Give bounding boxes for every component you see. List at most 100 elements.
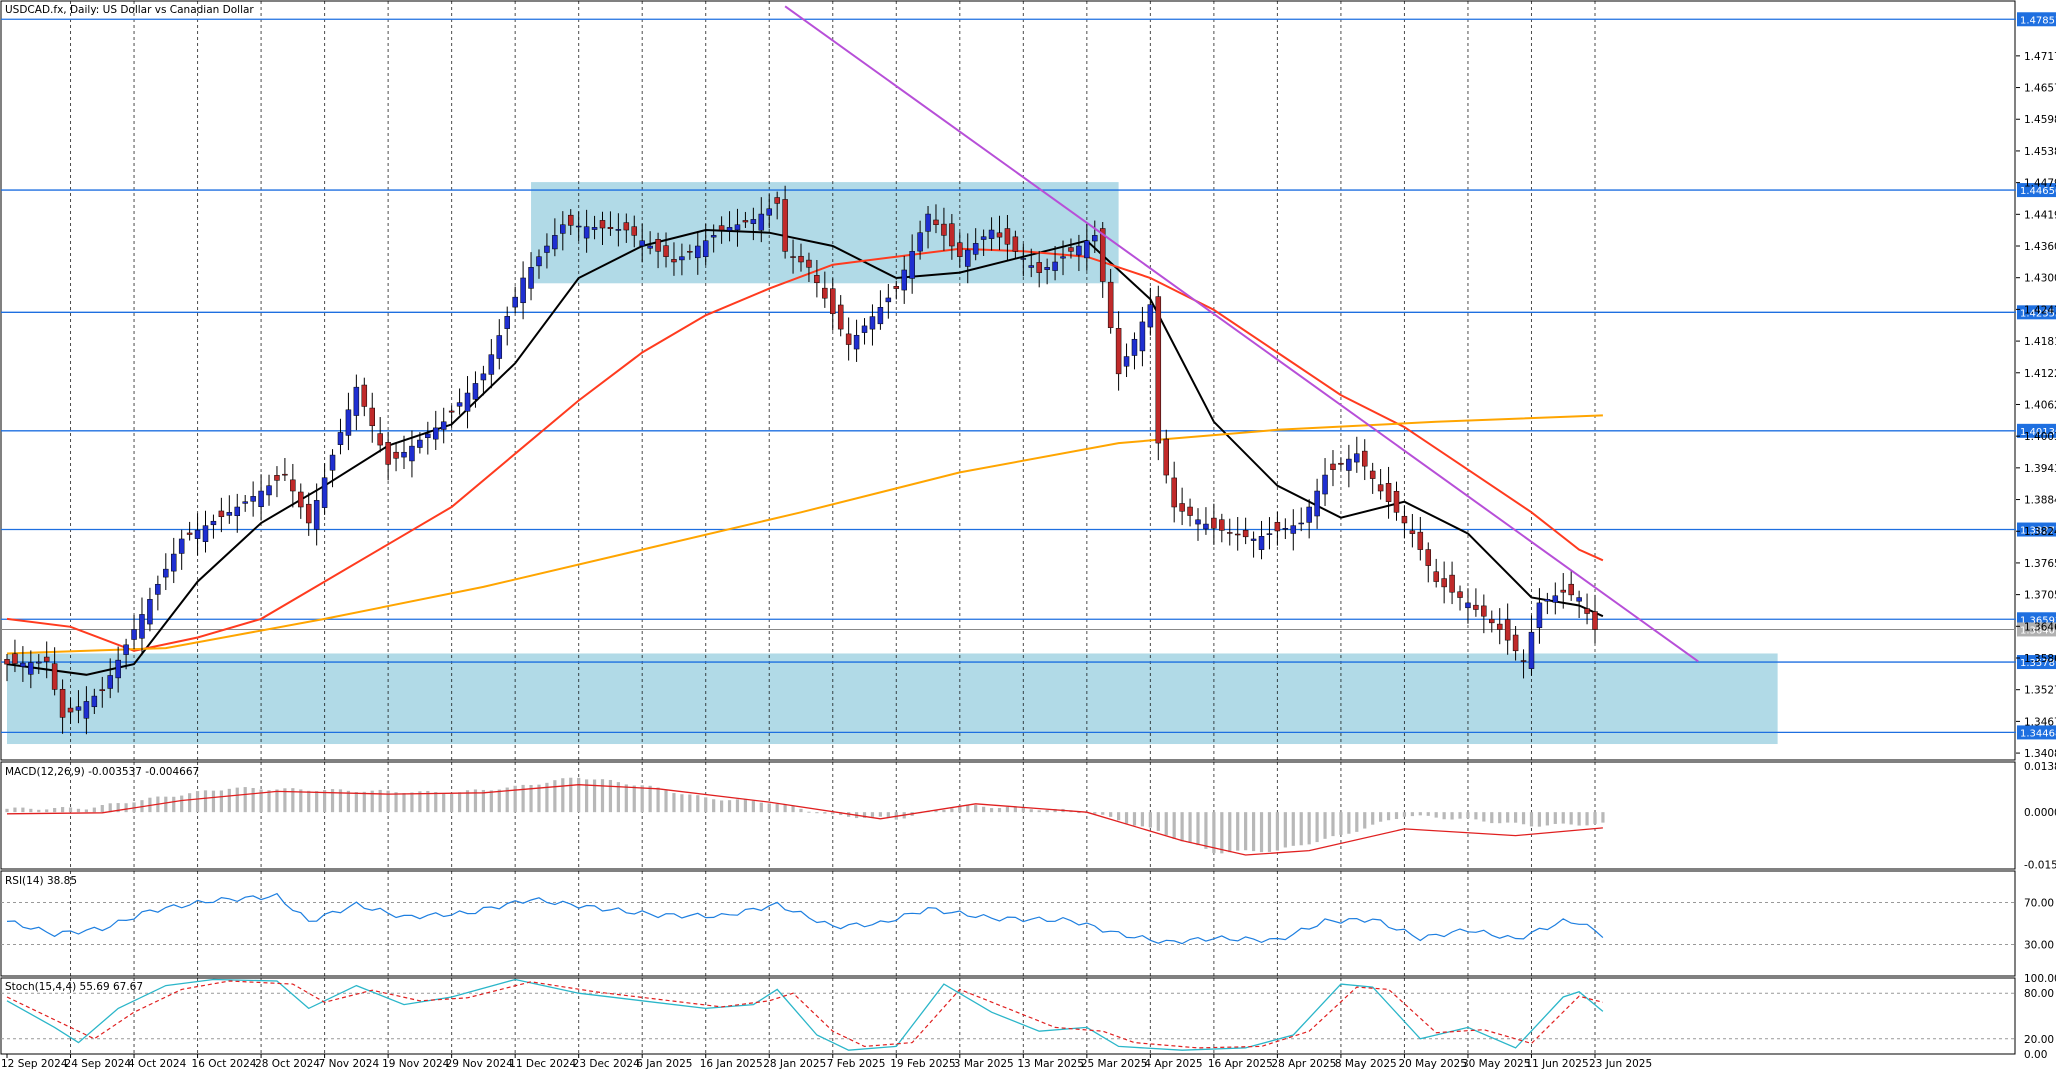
candle-body bbox=[1123, 356, 1130, 367]
candle-body bbox=[925, 213, 931, 232]
macd-histogram-bar bbox=[76, 808, 81, 813]
candle-body bbox=[218, 510, 225, 518]
macd-histogram-bar bbox=[727, 800, 732, 813]
macd-histogram-bar bbox=[172, 796, 176, 813]
macd-histogram-bar bbox=[1394, 812, 1399, 820]
candle-body bbox=[385, 442, 391, 465]
candle-body bbox=[226, 512, 233, 516]
macd-histogram-bar bbox=[1593, 812, 1597, 824]
candle-body bbox=[822, 287, 828, 299]
x-tick-label: 19 Feb 2025 bbox=[890, 1058, 955, 1070]
macd-histogram-bar bbox=[997, 808, 1002, 813]
candle-body bbox=[758, 213, 765, 231]
macd-histogram-bar bbox=[1196, 812, 1200, 846]
x-tick-label: 11 Dec 2024 bbox=[509, 1058, 576, 1070]
y-tick-label: 1.34675 bbox=[2024, 716, 2056, 728]
macd-histogram-bar bbox=[100, 805, 104, 813]
candle-body bbox=[869, 316, 876, 330]
candle-body bbox=[1314, 490, 1320, 517]
macd-histogram-bar bbox=[1148, 812, 1152, 828]
candle-body bbox=[798, 255, 804, 263]
candle-body bbox=[837, 304, 844, 330]
macd-histogram-bar bbox=[1005, 806, 1010, 813]
macd-histogram-bar bbox=[1418, 812, 1422, 816]
macd-histogram-bar bbox=[704, 797, 708, 813]
y-tick-label: 1.39435 bbox=[2024, 463, 2056, 475]
macd-histogram-bar bbox=[950, 808, 954, 813]
candle-body bbox=[774, 197, 780, 204]
candle-body bbox=[655, 239, 661, 252]
candle-body bbox=[361, 384, 368, 407]
candle-body bbox=[1211, 517, 1217, 529]
candle-body bbox=[1258, 536, 1265, 550]
macd-histogram-bar bbox=[624, 784, 628, 813]
candle-body bbox=[544, 245, 550, 253]
y-tick-label: 1.40625 bbox=[2024, 399, 2056, 411]
candle-body bbox=[139, 614, 145, 639]
macd-histogram-bar bbox=[1577, 812, 1581, 826]
chart-title: USDCAD.fx, Daily: US Dollar vs Canadian … bbox=[5, 4, 254, 16]
macd-histogram-bar bbox=[394, 792, 398, 813]
y-tick-label: 1.34080 bbox=[2024, 748, 2056, 760]
candle-body bbox=[957, 242, 963, 257]
macd-histogram-bar bbox=[402, 793, 406, 813]
y-tick-label: 1.38245 bbox=[2024, 526, 2056, 538]
candle-body bbox=[750, 219, 757, 224]
macd-histogram-bar bbox=[1037, 810, 1041, 813]
candle-body bbox=[1520, 660, 1527, 662]
macd-histogram-bar bbox=[315, 791, 319, 813]
macd-histogram-bar bbox=[1228, 812, 1232, 853]
stoch-label: Stoch(15,4,4) 55.69 67.67 bbox=[5, 981, 143, 993]
macd-histogram-bar bbox=[1323, 812, 1327, 839]
candle-body bbox=[1227, 532, 1233, 534]
macd-histogram-bar bbox=[450, 794, 454, 813]
x-tick-label: 30 May 2025 bbox=[1462, 1058, 1530, 1070]
macd-histogram-bar bbox=[1514, 812, 1518, 823]
candle-body bbox=[155, 583, 161, 595]
candle-body bbox=[1187, 506, 1193, 516]
macd-histogram-bar bbox=[1315, 812, 1319, 843]
candle-body bbox=[274, 475, 280, 481]
candle-body bbox=[1139, 321, 1146, 352]
macd-histogram-bar bbox=[1331, 812, 1335, 837]
candle-body bbox=[258, 490, 264, 507]
price-level-label: 1.47857 bbox=[2020, 15, 2056, 26]
candle-body bbox=[695, 245, 701, 259]
macd-histogram-bar bbox=[1267, 812, 1272, 852]
candle-body bbox=[1036, 262, 1042, 273]
candle-body bbox=[1044, 267, 1050, 270]
macd-histogram-bar bbox=[553, 780, 557, 813]
candle-body bbox=[170, 553, 177, 572]
candle-body bbox=[178, 538, 185, 554]
stoch-tick-label: 100.00 bbox=[2024, 973, 2056, 985]
macd-histogram-bar bbox=[1386, 812, 1391, 821]
y-tick-label: 1.36460 bbox=[2024, 621, 2056, 633]
candle-body bbox=[560, 224, 566, 234]
x-tick-label: 23 Dec 2024 bbox=[573, 1058, 640, 1070]
x-tick-label: 28 Apr 2025 bbox=[1271, 1058, 1336, 1070]
candle-body bbox=[1401, 515, 1408, 524]
y-tick-label: 1.37650 bbox=[2024, 558, 2056, 570]
y-tick-label: 1.38840 bbox=[2024, 495, 2056, 507]
macd-histogram-bar bbox=[577, 777, 581, 813]
stoch-tick-label: 0.00 bbox=[2024, 1049, 2047, 1061]
candle-body bbox=[75, 706, 82, 711]
macd-histogram-bar bbox=[775, 803, 779, 813]
candle-body bbox=[512, 296, 518, 308]
candle-body bbox=[528, 267, 534, 289]
candle-body bbox=[893, 286, 900, 289]
candle-body bbox=[456, 402, 463, 407]
macd-histogram-bar bbox=[870, 812, 875, 817]
macd-histogram-bar bbox=[1307, 812, 1311, 845]
macd-histogram-bar bbox=[1434, 812, 1438, 818]
y-tick-label: 1.35270 bbox=[2024, 685, 2056, 697]
candle-body bbox=[718, 225, 725, 231]
candle-body bbox=[964, 249, 971, 267]
macd-histogram-bar bbox=[1458, 812, 1462, 819]
macd-histogram-bar bbox=[1402, 812, 1407, 817]
macd-histogram-bar bbox=[1045, 809, 1049, 813]
candle-body bbox=[1552, 595, 1559, 603]
candle-body bbox=[409, 445, 415, 462]
candle-body bbox=[972, 243, 979, 255]
candle-body bbox=[615, 229, 622, 231]
